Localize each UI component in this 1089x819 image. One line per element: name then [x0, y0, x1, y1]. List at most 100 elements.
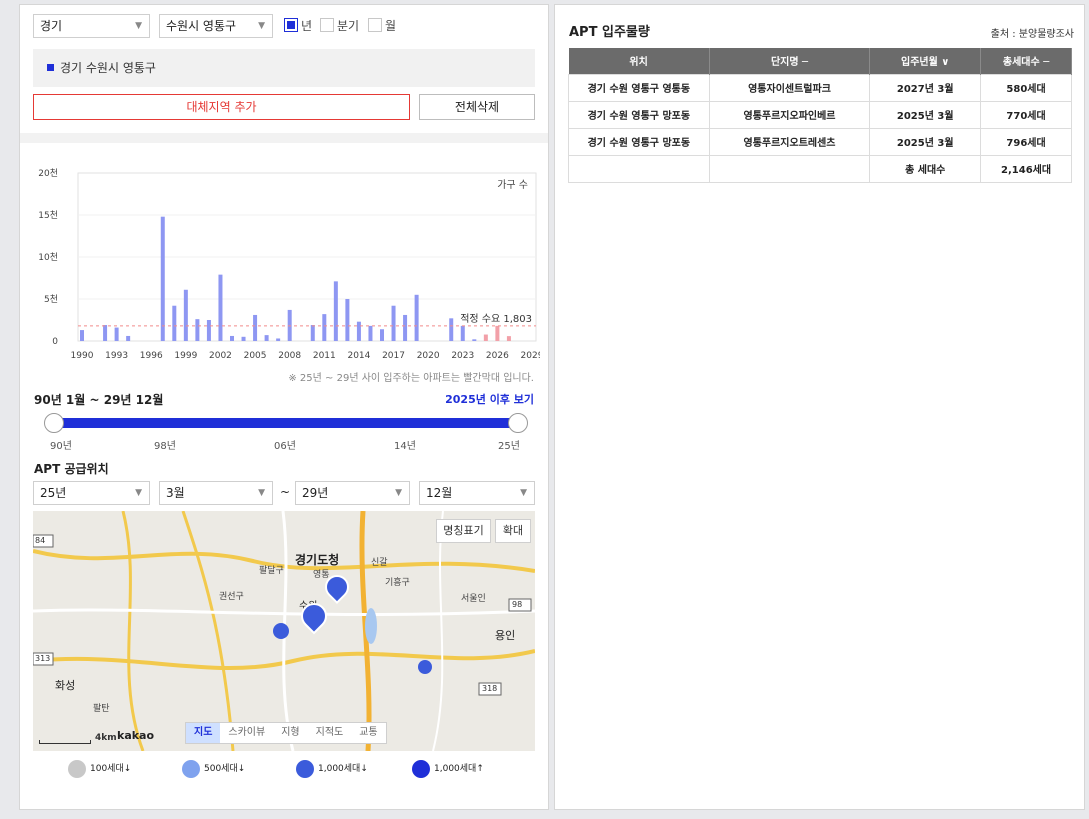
cell-move-in: 2027년 3월	[869, 73, 982, 102]
range-slider-start-handle[interactable]	[44, 413, 64, 433]
legend-label: 1,000세대↓	[318, 764, 368, 774]
period-quarter-checkbox[interactable]: 분기	[320, 18, 359, 34]
from-month-value: 3월	[166, 486, 185, 500]
chart-bar	[391, 305, 396, 341]
period-quarter-label: 분기	[337, 19, 360, 33]
x-tick-label: 2008	[278, 351, 301, 361]
period-month-label: 월	[385, 19, 397, 33]
to-month-select[interactable]: 12월 ▼	[419, 481, 535, 505]
province-select[interactable]: 경기 ▼	[33, 14, 150, 38]
period-month-checkbox[interactable]: 월	[368, 18, 396, 34]
chart-bar	[345, 299, 350, 341]
range-tick: 98년	[154, 441, 176, 452]
pin-lightblue-icon	[182, 759, 200, 778]
map-type-cadastral[interactable]: 지적도	[308, 723, 352, 743]
map-label: 용인	[495, 629, 516, 642]
map-type-skyview[interactable]: 스카이뷰	[220, 723, 273, 743]
range-tick: 14년	[394, 441, 416, 452]
map-zoom-button[interactable]: 확대	[495, 519, 531, 543]
selected-region-label: 경기 수원시 영통구	[60, 61, 156, 75]
table-row[interactable]: 경기 수원 영통구 망포동 영통푸르지오트레센츠 2025년 3월 796세대	[568, 127, 1072, 156]
legend-item-100: 100세대↓	[68, 758, 131, 780]
map-scale-bar	[39, 740, 91, 744]
x-tick-label: 2011	[313, 351, 336, 361]
chart-bar	[218, 274, 223, 341]
range-separator: ~	[280, 485, 291, 499]
col-location: 위치	[568, 48, 710, 74]
pin-gray-icon	[68, 759, 86, 778]
period-year-checkbox[interactable]: 년	[284, 18, 312, 34]
add-compare-region-button[interactable]: 대체지역 추가	[33, 94, 410, 120]
chart-bar	[230, 335, 234, 341]
after-2025-link[interactable]: 2025년 이후 보기	[445, 391, 534, 407]
chart-bar	[333, 281, 338, 341]
district-select[interactable]: 수원시 영통구 ▼	[159, 14, 273, 38]
from-month-select[interactable]: 3월 ▼	[159, 481, 273, 505]
x-tick-label: 1996	[140, 351, 163, 361]
chart-bar	[195, 319, 200, 341]
x-tick-label: 1990	[71, 351, 94, 361]
district-value: 수원시 영통구	[166, 19, 237, 33]
x-tick-label: 2002	[209, 351, 232, 361]
map-type-traffic[interactable]: 교통	[351, 723, 385, 743]
x-tick-label: 2005	[244, 351, 267, 361]
cell-complex: 영통푸르지오파인베르	[708, 100, 871, 129]
chart-bar	[172, 305, 177, 341]
road-number: 313	[35, 654, 51, 663]
right-panel: APT 입주물량 출처 : 분양물량조사 위치 단지명 ─ 입주년월 ∨ 총세대…	[554, 4, 1085, 810]
cell-empty	[708, 154, 871, 183]
total-label: 총 세대수	[869, 154, 982, 183]
cell-households: 770세대	[980, 100, 1072, 129]
map-label: 팔탄	[93, 704, 110, 714]
col-complex[interactable]: 단지명 ─	[709, 48, 871, 74]
data-source: 출처 : 분양물량조사	[990, 29, 1074, 40]
chart-bar	[206, 320, 211, 341]
chart-bar	[403, 314, 408, 341]
reference-line-label: 적정 수요 1,803	[460, 313, 532, 325]
col-move-in[interactable]: 입주년월 ∨	[869, 48, 982, 74]
x-tick-label: 1993	[105, 351, 128, 361]
period-year-label: 년	[301, 19, 313, 33]
delete-all-button[interactable]: 전체삭제	[419, 94, 535, 120]
chart-bar	[80, 330, 84, 341]
chart-bar	[414, 294, 419, 341]
chart-bar	[506, 336, 511, 341]
x-tick-label: 2020	[417, 351, 440, 361]
map-names-button[interactable]: 명칭표기	[436, 519, 491, 543]
to-month-value: 12월	[426, 486, 453, 500]
y-axis-label: 가구 수	[497, 179, 528, 191]
from-year-value: 25년	[40, 486, 67, 500]
move-in-title: APT 입주물량	[569, 25, 650, 40]
range-slider-end-handle[interactable]	[508, 413, 528, 433]
cell-location: 경기 수원 영통구 망포동	[568, 127, 710, 156]
map-label: 서울인	[461, 594, 486, 604]
supply-section-title: APT 공급위치	[34, 462, 109, 476]
y-tick-label: 5천	[44, 294, 58, 305]
from-year-select[interactable]: 25년 ▼	[33, 481, 150, 505]
map-type-map[interactable]: 지도	[186, 723, 221, 743]
chart-bar	[103, 325, 108, 341]
square-marker-icon	[47, 64, 54, 71]
range-slider-track[interactable]	[54, 418, 518, 428]
legend-label: 100세대↓	[90, 764, 132, 774]
cell-location: 경기 수원 영통구 망포동	[568, 100, 710, 129]
range-tick: 90년	[50, 441, 72, 452]
chart-bar	[160, 216, 165, 341]
col-households[interactable]: 총세대수 ─	[980, 48, 1072, 74]
chart-bar	[310, 325, 315, 341]
table-row[interactable]: 경기 수원 영통구 영통동 영통자이센트럴파크 2027년 3월 580세대	[568, 73, 1072, 102]
y-tick-label: 20천	[38, 168, 58, 179]
left-panel: 경기 ▼ 수원시 영통구 ▼ 년 분기 월 경기 수원시 영통구 대체지역 추가 전…	[19, 4, 549, 810]
map-provider-logo: kakao	[117, 729, 155, 742]
range-label: 90년 1월 ~ 29년 12월	[34, 393, 164, 407]
chart-bar	[183, 289, 188, 341]
checkbox-icon	[368, 18, 382, 32]
checkbox-checked-icon	[284, 18, 298, 32]
cell-households: 796세대	[980, 127, 1072, 156]
table-total-row: 총 세대수 2,146세대	[568, 154, 1072, 183]
supply-map[interactable]: 경기도청 팔달구 권선구 수원 기흥구 서울인 용인 화성 신갈 영통 팔탄 8…	[33, 511, 535, 751]
map-type-terrain[interactable]: 지형	[273, 723, 307, 743]
to-year-select[interactable]: 29년 ▼	[295, 481, 410, 505]
chart-bar	[495, 325, 500, 341]
table-row[interactable]: 경기 수원 영통구 망포동 영통푸르지오파인베르 2025년 3월 770세대	[568, 100, 1072, 129]
